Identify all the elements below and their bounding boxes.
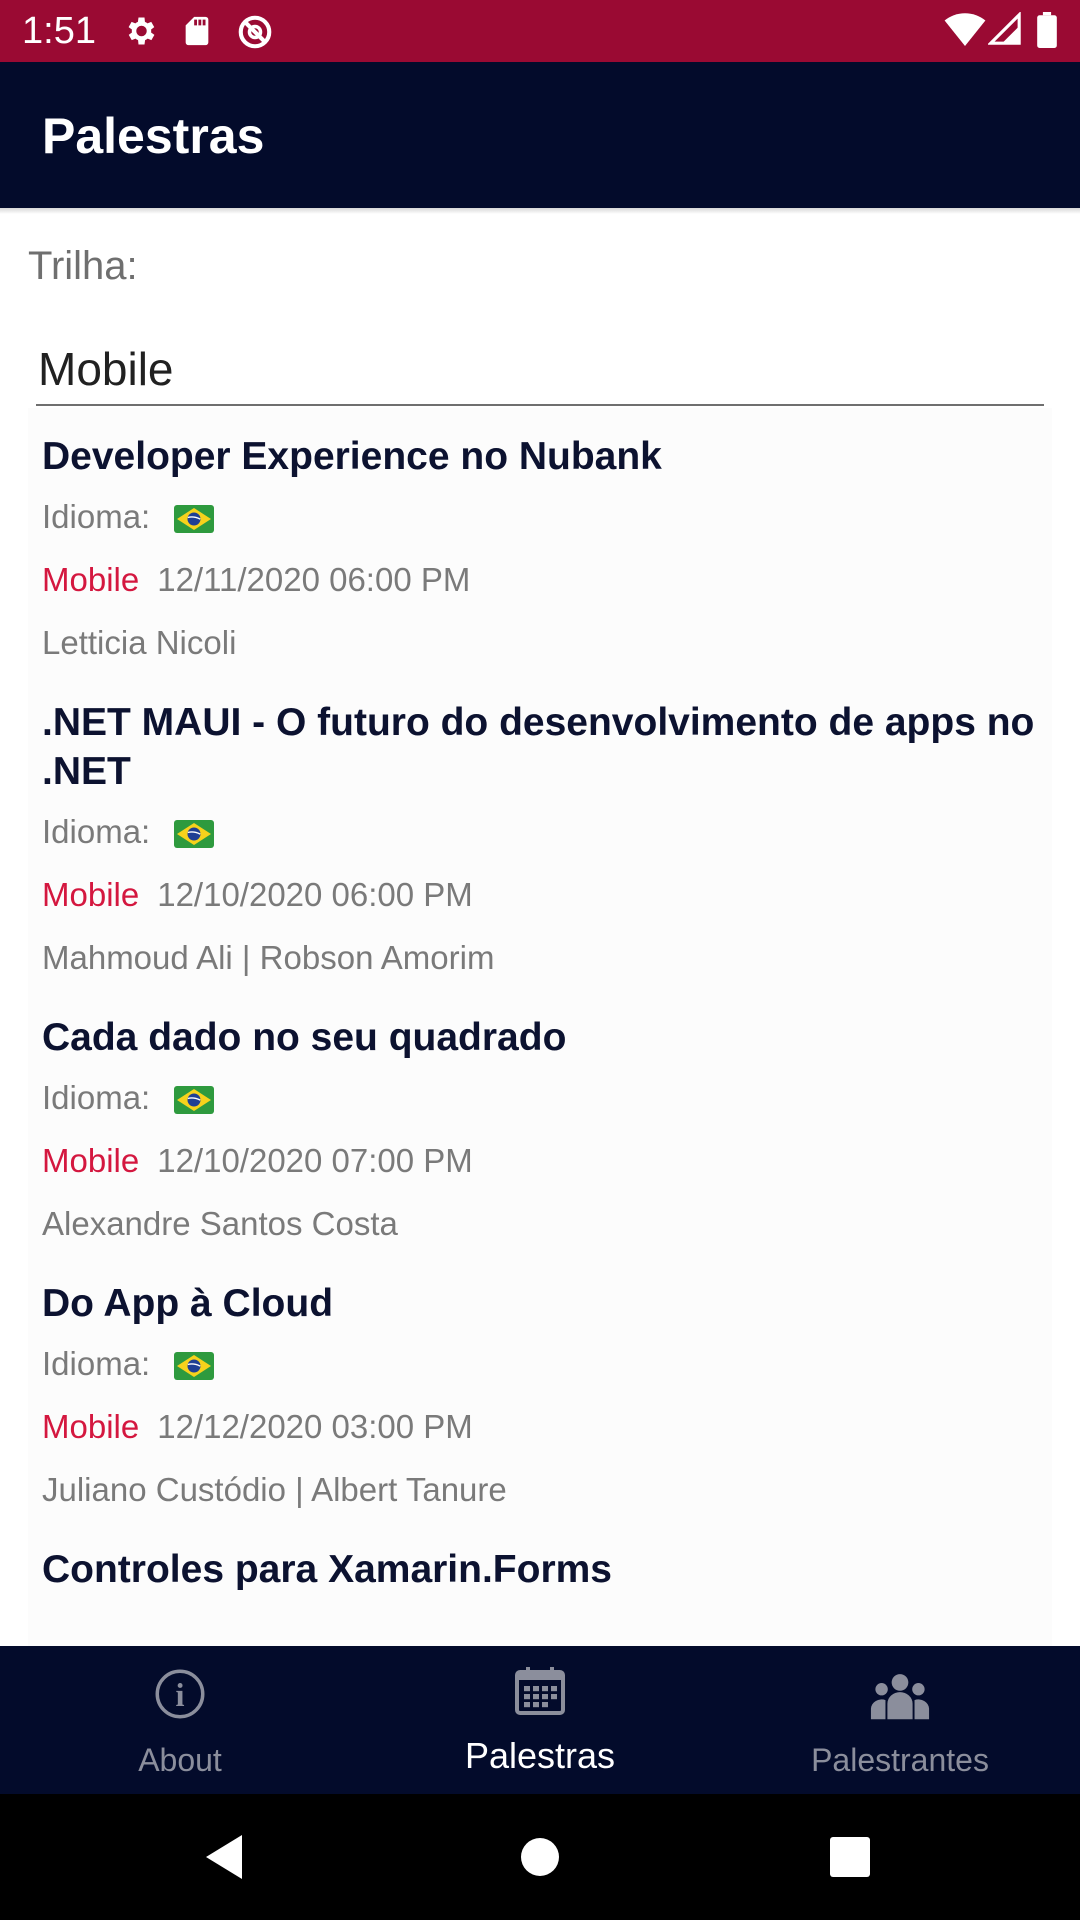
talk-title: Cada dado no seu quadrado <box>42 1016 567 1059</box>
track-picker[interactable]: Mobile <box>36 338 1044 406</box>
signal-icon <box>987 11 1022 51</box>
talk-language-row: Idioma: <box>42 485 1038 548</box>
brazil-flag-icon <box>174 1084 215 1114</box>
talk-title: Developer Experience no Nubank <box>42 435 662 478</box>
battery-icon <box>1036 12 1058 53</box>
talk-speakers: Alexandre Santos Costa <box>42 1204 398 1242</box>
brazil-flag-icon <box>174 1350 215 1380</box>
language-label: Idioma: <box>42 1078 151 1116</box>
page-title: Palestras <box>42 108 265 164</box>
talk-info-row: Mobile 12/12/2020 03:00 PM <box>42 1395 1038 1458</box>
talk-datetime: 12/11/2020 06:00 PM <box>157 560 471 598</box>
talk-datetime: 12/10/2020 07:00 PM <box>157 1141 473 1179</box>
talk-datetime: 12/12/2020 03:00 PM <box>157 1407 473 1445</box>
app-bar-shadow <box>0 208 1080 214</box>
list-item[interactable]: Do App à Cloud Idioma: Mobile 12/12/2020… <box>28 1255 1052 1521</box>
talk-info-row: Mobile 12/11/2020 06:00 PM <box>42 548 1038 611</box>
talk-track: Mobile <box>42 560 140 598</box>
talk-speakers: Mahmoud Ali | Robson Amorim <box>42 938 495 976</box>
brazil-flag-icon <box>174 503 215 533</box>
talk-language-row: Idioma: <box>42 800 1038 863</box>
bottom-tab-bar: i About Palestras Palestrantes <box>0 1646 1080 1794</box>
sync-off-icon <box>236 13 274 56</box>
tab-about-label: About <box>138 1742 222 1778</box>
brazil-flag-icon <box>174 818 215 848</box>
track-filter-label: Trilha: <box>28 244 138 288</box>
svg-text:i: i <box>175 1678 184 1714</box>
app-bar: Palestras <box>0 62 1080 208</box>
tab-about[interactable]: i About <box>0 1646 360 1794</box>
talk-track: Mobile <box>42 875 140 913</box>
talk-datetime: 12/10/2020 06:00 PM <box>157 875 473 913</box>
talk-title: .NET MAUI - O futuro do desenvolvimento … <box>42 701 1035 793</box>
list-item[interactable]: Cada dado no seu quadrado Idioma: Mobile… <box>28 989 1052 1255</box>
list-item[interactable]: Controles para Xamarin.Forms <box>28 1521 1052 1594</box>
track-picker-value: Mobile <box>38 343 174 395</box>
language-label: Idioma: <box>42 1344 151 1382</box>
tab-palestras[interactable]: Palestras <box>360 1646 720 1794</box>
status-time: 1:51 <box>22 10 96 52</box>
tab-palestras-label: Palestras <box>464 1735 616 1776</box>
calendar-icon <box>514 1666 566 1721</box>
language-label: Idioma: <box>42 812 151 850</box>
group-icon <box>869 1672 931 1725</box>
talk-track: Mobile <box>42 1407 140 1445</box>
system-nav-bar <box>0 1794 1080 1920</box>
talk-speakers: Juliano Custódio | Albert Tanure <box>42 1470 507 1508</box>
language-label: Idioma: <box>42 497 151 535</box>
talk-track: Mobile <box>42 1141 140 1179</box>
gear-icon <box>122 13 158 54</box>
recents-button[interactable] <box>790 1794 910 1920</box>
back-button[interactable] <box>164 1794 284 1920</box>
info-icon: i <box>154 1668 206 1725</box>
talk-language-row: Idioma: <box>42 1332 1038 1395</box>
talk-info-row: Mobile 12/10/2020 06:00 PM <box>42 863 1038 926</box>
sd-card-icon <box>180 13 214 54</box>
status-bar: 1:51 <box>0 0 1080 62</box>
tab-palestrantes[interactable]: Palestrantes <box>720 1646 1080 1794</box>
tab-palestrantes-label: Palestrantes <box>811 1742 989 1778</box>
talk-info-row: Mobile 12/10/2020 07:00 PM <box>42 1129 1038 1192</box>
talk-language-row: Idioma: <box>42 1066 1038 1129</box>
wifi-icon <box>944 12 986 51</box>
list-item[interactable]: Developer Experience no Nubank Idioma: M… <box>28 408 1052 674</box>
talk-title: Controles para Xamarin.Forms <box>42 1548 612 1591</box>
talk-list[interactable]: Developer Experience no Nubank Idioma: M… <box>28 408 1052 1646</box>
list-item[interactable]: .NET MAUI - O futuro do desenvolvimento … <box>28 674 1052 989</box>
home-button[interactable] <box>480 1794 600 1920</box>
talk-speakers: Letticia Nicoli <box>42 623 237 661</box>
talk-title: Do App à Cloud <box>42 1282 334 1325</box>
